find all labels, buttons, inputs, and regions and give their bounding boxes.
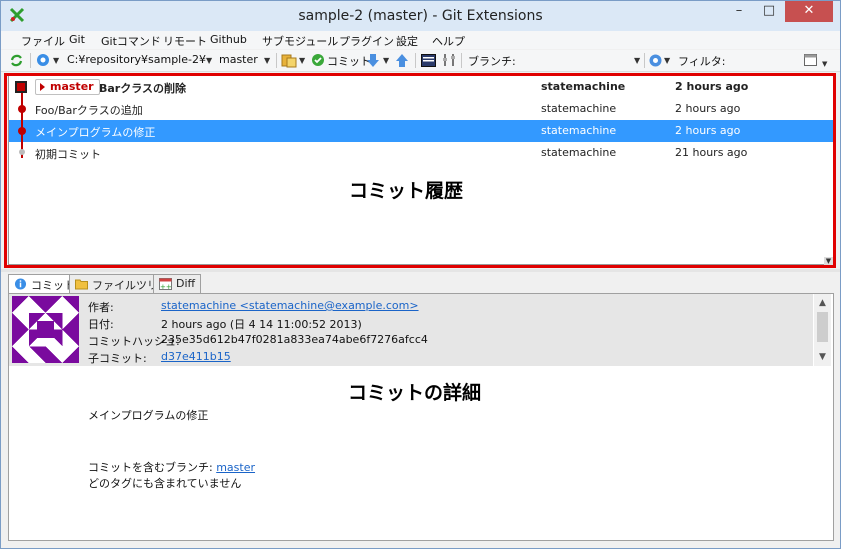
folder-icon <box>75 279 88 290</box>
filter-options-icon[interactable] <box>804 54 817 66</box>
minimize-button[interactable]: – <box>724 1 754 22</box>
chevron-down-icon[interactable]: ▼ <box>206 56 212 65</box>
commit-detail-panel: 作者: statemachine <statemachine@example.c… <box>8 293 834 541</box>
author-link[interactable]: statemachine <statemachine@example.com> <box>161 299 419 312</box>
title-bar: sample-2 (master) - Git Extensions – □ ✕ <box>1 1 840 31</box>
svg-text:+++: +++ <box>160 283 172 290</box>
scrollbar-thumb[interactable] <box>817 312 828 342</box>
commit-icon[interactable] <box>311 53 325 67</box>
push-icon[interactable] <box>396 53 408 68</box>
commit-message-body: メインプログラムの修正 <box>88 409 209 422</box>
menu-help[interactable]: ヘルプ <box>432 33 465 49</box>
console-icon[interactable] <box>421 54 436 67</box>
pull-icon[interactable] <box>367 53 379 68</box>
info-icon <box>14 278 27 290</box>
date-value: 2 hours ago (日 4 14 11:00:52 2013) <box>161 318 362 331</box>
window-title: sample-2 (master) - Git Extensions <box>298 8 543 24</box>
contains-branches-label: コミットを含むブランチ: <box>88 461 213 474</box>
chevron-down-icon[interactable]: ▼ <box>822 60 827 68</box>
menu-github[interactable]: Github <box>210 33 247 46</box>
header-scrollbar[interactable]: ▲ ▼ <box>814 294 831 366</box>
annotation-commit-details: コミットの詳細 <box>348 382 482 404</box>
gear-icon[interactable] <box>648 53 663 68</box>
diff-icon: +++ <box>159 278 172 290</box>
toolbar: ▼ C:¥repository¥sample-2¥ ▼ master ▼ ▼ コ… <box>1 50 840 72</box>
menu-file[interactable]: ファイル <box>21 33 65 49</box>
chevron-down-icon[interactable]: ▼ <box>634 56 640 65</box>
annotation-highlight-box <box>4 73 836 268</box>
menu-plugins[interactable]: プラグイン <box>339 33 394 49</box>
commit-button[interactable]: コミット <box>327 53 371 69</box>
child-commit-label: 子コミット: <box>88 352 147 365</box>
no-tags-text: どのタグにも含まれていません <box>88 477 242 490</box>
chevron-down-icon[interactable]: ▼ <box>299 56 305 65</box>
chevron-down-icon[interactable]: ▼ <box>264 56 270 65</box>
filter-label: フィルタ: <box>678 55 726 68</box>
commit-header: 作者: statemachine <statemachine@example.c… <box>9 294 813 366</box>
menu-git-commands[interactable]: Gitコマンド <box>101 33 161 49</box>
detail-tabs: コミット ファイルツリー +++ Diff <box>8 274 834 294</box>
branch-filter-label: ブランチ: <box>468 55 516 68</box>
menu-bar: ファイル Git Gitコマンド リモート Github サブモジュール プラグ… <box>1 31 840 49</box>
menu-submodule[interactable]: サブモジュール <box>262 33 338 49</box>
avatar <box>12 296 79 363</box>
tab-label: Diff <box>176 277 196 290</box>
scroll-down-icon[interactable]: ▼ <box>814 350 831 364</box>
chevron-down-icon[interactable]: ▼ <box>383 56 389 65</box>
panel-splitter[interactable] <box>1 269 840 272</box>
tab-diff[interactable]: +++ Diff <box>153 274 202 293</box>
repository-path[interactable]: C:¥repository¥sample-2¥ <box>67 53 206 66</box>
settings-tools-icon[interactable] <box>442 53 457 68</box>
menu-settings[interactable]: 設定 <box>396 33 418 49</box>
contains-branches-line: コミットを含むブランチ: master <box>88 459 255 475</box>
child-commit-link[interactable]: d37e411b15 <box>161 350 231 363</box>
date-label: 日付: <box>88 318 114 331</box>
menu-git[interactable]: Git <box>69 33 85 46</box>
contains-branch-link[interactable]: master <box>216 461 255 474</box>
repository-icon[interactable] <box>36 53 50 67</box>
current-branch-selector[interactable]: master <box>219 53 258 66</box>
author-label: 作者: <box>88 301 114 314</box>
commit-hash-value: 235e35d612b47f0281a833ea74abe6f7276afcc4 <box>161 333 428 346</box>
git-extensions-window: sample-2 (master) - Git Extensions – □ ✕… <box>0 0 841 549</box>
chevron-down-icon[interactable]: ▼ <box>53 56 59 65</box>
chevron-down-icon[interactable]: ▼ <box>664 56 670 65</box>
scroll-up-icon[interactable]: ▲ <box>814 296 831 310</box>
stash-icon[interactable] <box>281 53 297 68</box>
close-button[interactable]: ✕ <box>785 1 833 22</box>
refresh-icon[interactable] <box>9 53 24 68</box>
maximize-button[interactable]: □ <box>754 1 784 22</box>
menu-remote[interactable]: リモート <box>163 33 207 49</box>
